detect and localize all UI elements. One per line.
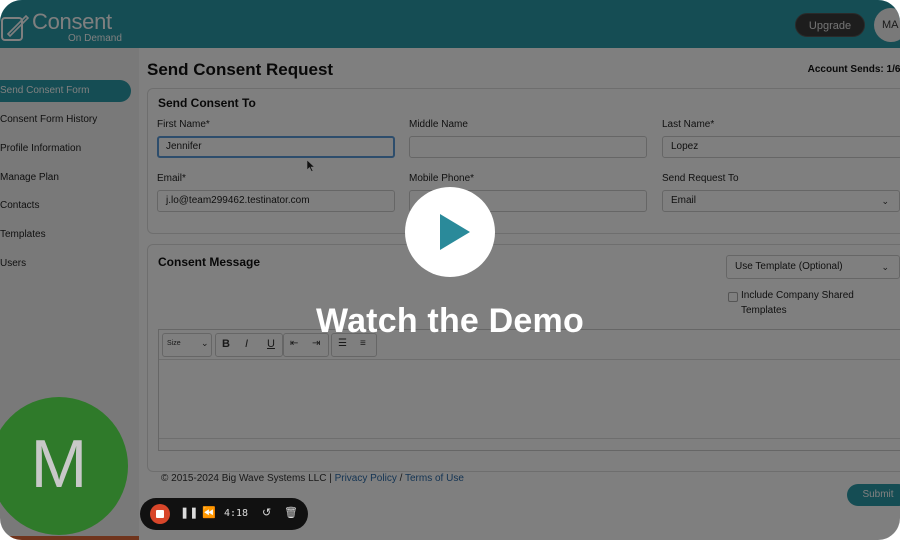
recording-timer: 4:18 [224, 508, 249, 519]
restart-icon[interactable]: ↺ [262, 506, 271, 519]
stop-record-button[interactable] [150, 504, 170, 524]
watch-demo-heading: Watch the Demo [316, 302, 584, 340]
pause-icon[interactable]: ❚❚ [180, 506, 198, 519]
recorder-controls: ❚❚ ⏪ 4:18 ↺ 🗑 [140, 498, 308, 530]
play-button[interactable] [405, 187, 495, 277]
stop-icon [156, 510, 164, 518]
app-frame: Consent On Demand Upgrade MA Send Consen… [0, 0, 900, 540]
rewind-icon[interactable]: ⏪ [202, 506, 216, 519]
play-icon [440, 214, 470, 250]
trash-icon[interactable]: 🗑 [284, 506, 298, 519]
presenter-avatar-letter: M [30, 426, 88, 502]
